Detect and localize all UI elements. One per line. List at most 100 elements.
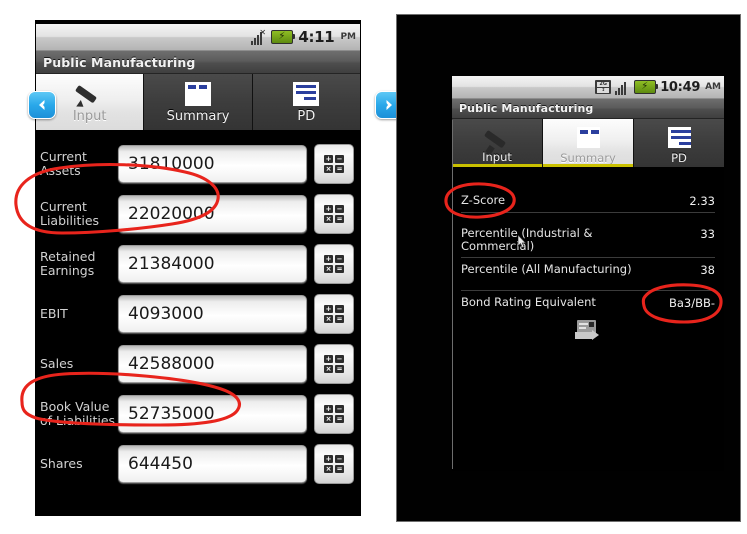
share-send-icon — [575, 320, 601, 342]
calc-key-times: × — [324, 365, 333, 373]
field-row-current-liabilities: Current Liabilities 22020000 + − × = — [36, 192, 360, 236]
summary-row-percentile-industrial-commercial: Percentile (Industrial & Commercial) 33 — [461, 222, 715, 258]
field-label: Book Value of Liabilities — [40, 399, 116, 428]
calc-key-plus: + — [324, 155, 333, 163]
calc-key-equals: = — [335, 215, 344, 223]
tab-summary[interactable]: Summary — [543, 119, 634, 167]
sales-input[interactable]: 42588000 — [118, 345, 307, 383]
calc-key-equals: = — [335, 465, 344, 473]
field-value: 31810000 — [128, 154, 215, 174]
tab-selection-underline — [543, 164, 633, 167]
pencil-icon — [484, 127, 510, 147]
calculator-icon: + − × = — [324, 405, 344, 423]
right-screenshot-panel: 2G ↕ ⚡ 10:49 AM Public Manufacturing Inp… — [396, 14, 741, 522]
field-value: 644450 — [128, 454, 193, 474]
input-form: Current Assets 31810000 + − × = Current … — [36, 130, 360, 486]
tab-pd-label: PD — [297, 109, 316, 124]
field-label: Current Liabilities — [40, 199, 100, 228]
left-phone-screen: ✕ ⚡ 4:11 PM Public Manufacturing Input S… — [36, 24, 360, 512]
tab-input[interactable]: Input — [452, 119, 543, 167]
summary-list: Z-Score 2.33 Percentile (Industrial & Co… — [452, 167, 724, 342]
book-value-of-liabilities-input[interactable]: 52735000 — [118, 395, 307, 433]
battery-bolt-glyph: ⚡ — [641, 81, 649, 92]
calc-key-plus: + — [324, 205, 333, 213]
field-value: 22020000 — [128, 204, 215, 224]
2g-data-icon: 2G ↕ — [595, 80, 612, 94]
calculator-button-ebit[interactable]: + − × = — [314, 294, 354, 334]
field-label: EBIT — [40, 306, 68, 321]
calculator-icon: + − × = — [324, 205, 344, 223]
battery-bolt-glyph: ⚡ — [278, 31, 286, 42]
calc-key-minus: − — [335, 155, 344, 163]
tab-pd-label: PD — [671, 151, 687, 165]
calc-key-minus: − — [335, 405, 344, 413]
retained-earnings-input[interactable]: 21384000 — [118, 245, 307, 283]
field-value: 52735000 — [128, 404, 215, 424]
calculator-button-current-assets[interactable]: + − × = — [314, 144, 354, 184]
field-row-ebit: EBIT 4093000 + − × = — [36, 292, 360, 336]
summary-value: 38 — [700, 263, 715, 277]
calc-key-times: × — [324, 215, 333, 223]
current-assets-input[interactable]: 31810000 — [118, 145, 307, 183]
tab-bar: Input Summary PD — [452, 119, 724, 167]
shares-input[interactable]: 644450 — [118, 445, 307, 483]
calc-key-minus: − — [335, 355, 344, 363]
battery-charging-icon: ⚡ — [271, 30, 296, 44]
calc-key-equals: = — [335, 165, 344, 173]
arrow-left-icon[interactable] — [28, 91, 56, 119]
field-value: 4093000 — [128, 304, 204, 324]
field-label: Retained Earnings — [40, 249, 96, 278]
right-phone-screen: 2G ↕ ⚡ 10:49 AM Public Manufacturing Inp… — [452, 76, 724, 471]
summary-row-bond-rating-equivalent: Bond Rating Equivalent Ba3/BB- — [461, 290, 715, 314]
app-title: Public Manufacturing — [459, 102, 594, 115]
calc-key-equals: = — [335, 365, 344, 373]
screenshot-edge-line — [452, 120, 453, 469]
ebit-input[interactable]: 4093000 — [118, 295, 307, 333]
tab-selection-underline — [452, 164, 542, 167]
field-label: Current Assets — [40, 149, 87, 178]
field-row-sales: Sales 42588000 + − × = — [36, 342, 360, 386]
current-liabilities-input[interactable]: 22020000 — [118, 195, 307, 233]
field-row-shares: Shares 644450 + − × = — [36, 442, 360, 486]
tab-summary-label: Summary — [560, 151, 616, 165]
summary-label: Percentile (All Manufacturing) — [461, 262, 632, 276]
field-row-book-value-of-liabilities: Book Value of Liabilities 52735000 + − ×… — [36, 392, 360, 436]
summary-icon — [184, 82, 211, 106]
signal-bars-icon — [615, 80, 630, 95]
calculator-button-sales[interactable]: + − × = — [314, 344, 354, 384]
tab-input-label: Input — [72, 109, 107, 124]
calc-key-plus: + — [324, 405, 333, 413]
calculator-button-shares[interactable]: + − × = — [314, 444, 354, 484]
app-title-bar: Public Manufacturing — [36, 51, 360, 74]
calc-key-plus: + — [324, 305, 333, 313]
tab-pd[interactable]: PD — [252, 74, 360, 130]
calculator-icon: + − × = — [324, 305, 344, 323]
field-label: Sales — [40, 356, 74, 371]
tab-summary[interactable]: Summary — [144, 74, 253, 130]
app-title-bar: Public Manufacturing — [452, 99, 724, 119]
calculator-button-current-liabilities[interactable]: + − × = — [314, 194, 354, 234]
summary-label: Percentile (Industrial & Commercial) — [461, 226, 593, 253]
status-bar-ampm: PM — [340, 32, 356, 42]
status-bar-ampm: AM — [705, 82, 721, 92]
left-screenshot-panel: ✕ ⚡ 4:11 PM Public Manufacturing Input S… — [17, 6, 403, 528]
tab-pd[interactable]: PD — [634, 119, 724, 167]
summary-icon — [576, 127, 600, 148]
calc-key-minus: − — [335, 255, 344, 263]
data-label-2g: 2G — [597, 81, 610, 87]
share-button[interactable] — [461, 314, 715, 342]
field-value: 42588000 — [128, 354, 215, 374]
pd-table-icon — [667, 127, 691, 148]
summary-row-z-score: Z-Score 2.33 — [461, 189, 715, 213]
calculator-icon: + − × = — [324, 255, 344, 273]
calc-key-times: × — [324, 415, 333, 423]
calculator-icon: + − × = — [324, 155, 344, 173]
summary-label: Z-Score — [461, 193, 506, 207]
calculator-icon: + − × = — [324, 355, 344, 373]
field-row-retained-earnings: Retained Earnings 21384000 + − × = — [36, 242, 360, 286]
field-row-current-assets: Current Assets 31810000 + − × = — [36, 142, 360, 186]
calculator-button-book-value[interactable]: + − × = — [314, 394, 354, 434]
calculator-button-retained-earnings[interactable]: + − × = — [314, 244, 354, 284]
summary-label: Bond Rating Equivalent — [461, 295, 596, 309]
calc-key-equals: = — [335, 315, 344, 323]
